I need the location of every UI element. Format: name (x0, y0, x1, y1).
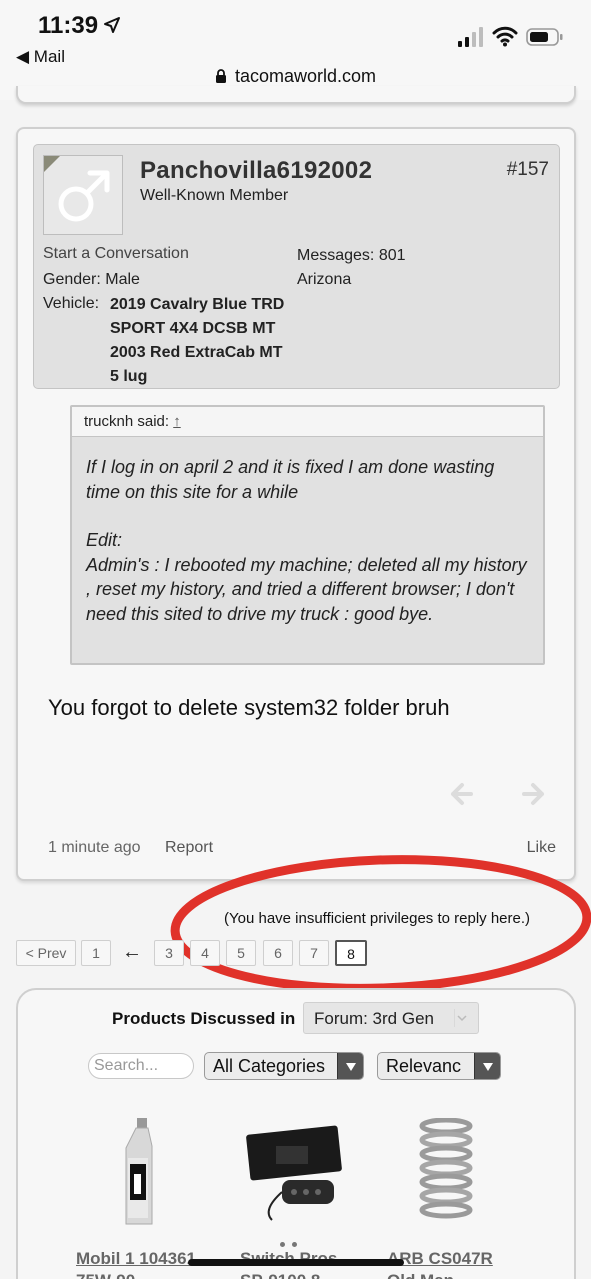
quote-header: trucknh said: ↑ (72, 407, 543, 437)
forum-post: Panchovilla6192002 Well-Known Member #15… (16, 127, 576, 881)
category-select-value: All Categories (213, 1056, 326, 1076)
address-bar[interactable]: tacomaworld.com (0, 66, 591, 87)
product-name-line: SP-9100 8 (240, 1270, 337, 1279)
search-input[interactable]: Search... (88, 1053, 194, 1079)
vehicle-line: 2019 Cavalry Blue TRD (110, 296, 285, 313)
vehicle-value: 2019 Cavalry Blue TRD SPORT 4X4 DCSB MT … (110, 293, 300, 389)
previous-post-edge (16, 86, 576, 104)
product-image-arb-spring[interactable] (417, 1118, 475, 1222)
avatar[interactable] (43, 155, 123, 235)
location-arrow-icon (104, 17, 120, 33)
category-select[interactable]: All Categories (204, 1052, 364, 1080)
pagination-page-1[interactable]: 1 (81, 940, 111, 966)
previous-arrow-icon[interactable] (448, 781, 474, 807)
clock: 11:39 (38, 12, 99, 39)
products-discussed-card: Products Discussed in Forum: 3rd Gen Sea… (16, 988, 576, 1279)
product-link-mobil1[interactable]: Mobil 1 104361 75W-90 (76, 1248, 196, 1279)
location: Arizona (297, 271, 352, 288)
quote-author: trucknh said: (84, 413, 170, 430)
product-image-switch-pros[interactable] (242, 1120, 346, 1226)
privileges-note: (You have insufficient privileges to rep… (224, 910, 531, 927)
vehicle-label: Vehicle: (43, 295, 100, 312)
vehicle-line: 5 lug (110, 368, 148, 385)
pagination-arrow-icon[interactable]: ← (122, 941, 142, 964)
start-conversation-link[interactable]: Start a Conversation (43, 245, 189, 263)
pagination-page-current[interactable]: 8 (335, 940, 367, 966)
quote-body: If I log in on april 2 and it is fixed I… (72, 437, 543, 626)
messages-label: Messages: (297, 247, 375, 264)
signal-icon (458, 27, 483, 47)
products-label: Products Discussed in (112, 1009, 296, 1028)
product-name-line: 75W-90 (76, 1270, 196, 1279)
forum-select[interactable]: Forum: 3rd Gen (303, 1002, 479, 1034)
vehicle-line: SPORT 4X4 DCSB MT (110, 320, 276, 337)
status-bar: 11:39 ◀ Mail tacomaworld.com (0, 0, 591, 100)
gender-label: Gender: (43, 271, 101, 288)
pagination-page-4[interactable]: 4 (190, 940, 220, 966)
dropdown-arrow-icon (337, 1053, 363, 1079)
wifi-icon (492, 26, 518, 47)
product-name-line: Old Man (387, 1270, 493, 1279)
url-text: tacomaworld.com (234, 66, 377, 86)
user-title: Well-Known Member (140, 187, 289, 204)
gender-row: Gender: Male (43, 271, 140, 289)
pagination-page-5[interactable]: 5 (226, 940, 256, 966)
lock-icon (215, 69, 226, 83)
pagination-prev-button[interactable]: < Prev (16, 940, 76, 966)
messages-stat: Messages: 801 (297, 247, 406, 265)
chevron-down-icon (454, 1009, 467, 1027)
user-info-box: Panchovilla6192002 Well-Known Member #15… (33, 144, 560, 389)
messages-value: 801 (378, 247, 406, 264)
product-name-line: Mobil 1 104361 (76, 1249, 197, 1268)
battery-icon (526, 28, 563, 46)
post-message: You forgot to delete system32 folder bru… (48, 695, 450, 720)
pagination-page-3[interactable]: 3 (154, 940, 184, 966)
post-timestamp[interactable]: 1 minute ago (48, 839, 141, 857)
male-symbol-icon (58, 170, 110, 222)
post-number[interactable]: #157 (507, 159, 549, 181)
gender-value: Male (105, 271, 140, 288)
quote-paragraph: Edit: Admin's : I rebooted my machine; d… (86, 530, 527, 624)
forum-select-value: Forum: 3rd Gen (314, 1009, 434, 1028)
username[interactable]: Panchovilla6192002 (140, 157, 372, 185)
quote-block: trucknh said: ↑ If I log in on april 2 a… (70, 405, 545, 665)
quote-paragraph: If I log in on april 2 and it is fixed I… (86, 457, 495, 502)
back-to-mail-link[interactable]: ◀ Mail (16, 47, 65, 67)
pagination-page-7[interactable]: 7 (299, 940, 329, 966)
vehicle-line: 2003 Red ExtraCab MT (110, 344, 283, 361)
sort-select[interactable]: Relevanc (377, 1052, 501, 1080)
pagination-page-6[interactable]: 6 (263, 940, 293, 966)
dropdown-arrow-icon (474, 1053, 500, 1079)
quote-jump-link[interactable]: ↑ (173, 413, 181, 430)
home-indicator[interactable] (188, 1259, 404, 1266)
next-arrow-icon[interactable] (521, 781, 547, 807)
product-image-mobil1[interactable] (122, 1118, 162, 1228)
sort-select-value: Relevanc (386, 1056, 462, 1076)
